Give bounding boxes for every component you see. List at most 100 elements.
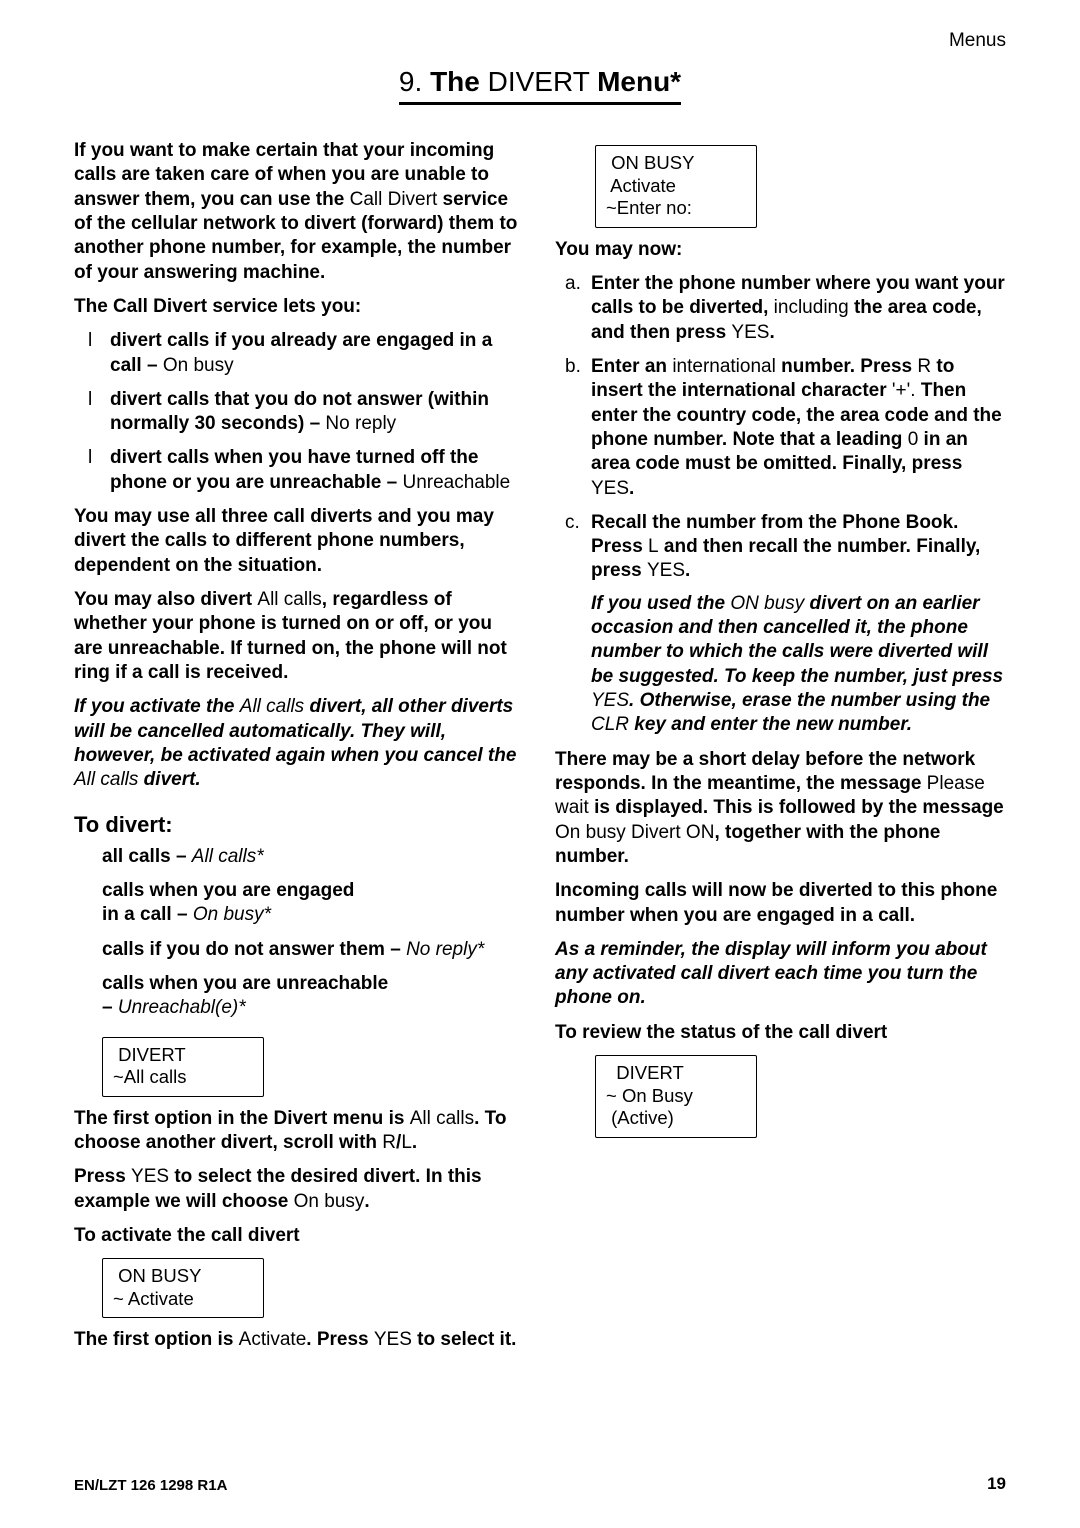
rp1-c: . Press [306, 1329, 374, 1350]
first-option-activate: The first option is Activate. Press YES … [74, 1328, 525, 1352]
c-d: YES [647, 560, 685, 581]
first-option-allcalls: The first option in the Divert menu is A… [74, 1107, 525, 1156]
rp2-c: is displayed. This is followed by the me… [589, 797, 1004, 818]
lets-you: The Call Divert service lets you: [74, 295, 525, 319]
a-d: YES [731, 322, 769, 343]
title-wrap: 9. The DIVERT Menu* [74, 66, 1006, 105]
p6-a: The first option in the Divert menu is [74, 1108, 410, 1129]
li3-b: Unreach­able [402, 472, 510, 493]
n-d: YES [591, 690, 629, 711]
li1-b: On busy [163, 355, 234, 376]
rp1-a: The first option is [74, 1329, 239, 1350]
b-j: YES [591, 478, 629, 499]
d2-a: calls when you are engaged [102, 880, 354, 901]
body-columns: If you want to make certain that your in… [74, 139, 1006, 1397]
b-d: R [917, 356, 931, 377]
rp1-b: Activate [239, 1329, 307, 1350]
rp1-d: YES [374, 1329, 412, 1350]
you-may-now: You may now: [555, 238, 1006, 262]
lcd-divert-active: DIVERT ~ On Busy (Active) [595, 1055, 757, 1138]
list-item: Enter the phone number where you want yo… [591, 272, 1006, 345]
activate-heading: To activate the call divert [74, 1224, 525, 1248]
p6-b: All calls [410, 1108, 474, 1129]
page-title: 9. The DIVERT Menu* [399, 66, 681, 105]
lcd-onbusy-enterno: ON BUSY Activate ~Enter no: [595, 145, 757, 228]
lcd2-l2: ~ Activate [113, 1288, 194, 1309]
footer-right: 19 [987, 1474, 1006, 1494]
steps-list: Enter the phone number where you want yo… [555, 272, 1006, 738]
press-yes-select: Press YES to select the desired divert. … [74, 1165, 525, 1214]
list-item: divert calls if you already are engaged … [110, 329, 525, 378]
to-divert-heading: To divert: [74, 811, 525, 839]
d4-b: – [102, 997, 118, 1018]
a-e: . [769, 322, 774, 343]
rp2-a: There may be a short delay before the ne… [555, 749, 975, 794]
title-mid: DIVERT [480, 66, 597, 97]
c-e: . [685, 560, 690, 581]
lcd-divert-allcalls: DIVERT ~All calls [102, 1037, 264, 1097]
b-b: international [672, 356, 776, 377]
n-g: key and enter the new number. [629, 714, 912, 735]
a-b: including [774, 297, 849, 318]
b-k: . [629, 478, 634, 499]
d3-a: calls if you do not answer them – [102, 939, 406, 960]
li2-b: No reply [325, 413, 396, 434]
d2-c: On busy* [193, 904, 271, 925]
lcd2-l1: ON BUSY [113, 1265, 201, 1286]
p7-a: Press [74, 1166, 131, 1187]
footer-left: EN/LZT 126 1298 R1A [74, 1477, 227, 1494]
divert-unreach: calls when you are unreachable – Unreacha… [102, 972, 525, 1021]
cancel-note: If you activate the All calls divert, al… [74, 695, 525, 792]
lcd1-l2: ~All calls [113, 1066, 187, 1087]
p7-e: . [364, 1191, 369, 1212]
b-f: '+'. [892, 380, 916, 401]
list-item: divert calls when you have turned off th… [110, 446, 525, 495]
also-all-calls: You may also divert All calls, regardles… [74, 588, 525, 685]
d1-a: all calls – [102, 846, 192, 867]
n-b: ON busy [730, 593, 804, 614]
divert-engaged: calls when you are engagedin a call – On… [102, 879, 525, 928]
p5-e: divert. [138, 769, 200, 790]
incoming-now: Incoming calls will now be diverted to t… [555, 879, 1006, 928]
p6-f: L [401, 1132, 412, 1153]
p7-b: YES [131, 1166, 169, 1187]
n-e: . Otherwise, erase the number using the [629, 690, 990, 711]
divert-options-list: divert calls if you already are engaged … [74, 329, 525, 495]
b-a: Enter an [591, 356, 672, 377]
d1-b: All calls* [192, 846, 264, 867]
lcd-onbusy-activate: ON BUSY ~ Activate [102, 1258, 264, 1318]
p6-g: . [412, 1132, 417, 1153]
d4-c: Unreachabl(e)* [118, 997, 246, 1018]
lcd4-l3: (Active) [606, 1107, 674, 1128]
intro-b: Call Divert [350, 189, 438, 210]
reminder-para: As a reminder, the display will inform y… [555, 938, 1006, 1011]
lcd3-l2: Activate [606, 175, 676, 196]
use-all-three: You may use all three call diverts and y… [74, 505, 525, 578]
intro-para: If you want to make certain that your in… [74, 139, 525, 285]
p5-b: All calls [240, 696, 304, 717]
rp2-d: On busy Divert ON [555, 822, 714, 843]
b-h: 0 [908, 429, 919, 450]
p6-d: R [382, 1132, 396, 1153]
d3-b: No reply* [406, 939, 484, 960]
p7-d: On busy [294, 1191, 365, 1212]
divert-all: all calls – All calls* [102, 845, 525, 869]
header-section: Menus [74, 30, 1006, 52]
title-b1: The [430, 66, 480, 97]
divert-noreply: calls if you do not answer them – No rep… [102, 938, 525, 962]
lcd3-l3: ~Enter no: [606, 197, 692, 218]
d4-a: calls when you are unreachable [102, 973, 388, 994]
delay-para: There may be a short delay before the ne… [555, 748, 1006, 870]
rp1-e: to select it. [412, 1329, 517, 1350]
p4-a: You may also divert [74, 589, 257, 610]
c-b: L [648, 536, 659, 557]
lcd4-l2: ~ On Busy [606, 1085, 693, 1106]
p4-b: All calls [257, 589, 321, 610]
list-item: divert calls that you do not answer (wit… [110, 388, 525, 437]
lcd4-l1: DIVERT [606, 1062, 684, 1083]
title-prefix: 9. [399, 66, 430, 97]
p5-a: If you activate the [74, 696, 240, 717]
list-item: Enter an international number. Press R t… [591, 355, 1006, 501]
reuse-note: If you used the ON busy divert on an ear… [591, 592, 1006, 738]
li2-a: divert calls that you do not answer (wit… [110, 389, 489, 434]
